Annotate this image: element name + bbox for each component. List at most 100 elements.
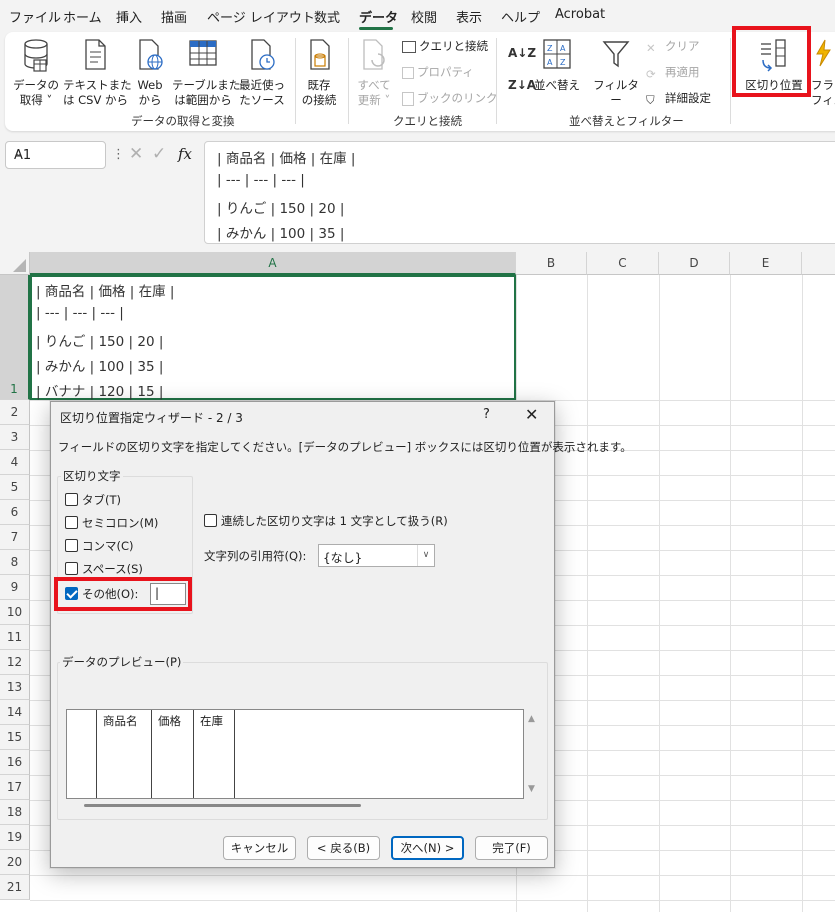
row-header-1[interactable]: 1 [0, 275, 30, 400]
row-header-14[interactable]: 14 [0, 700, 30, 725]
row-header-6[interactable]: 6 [0, 500, 30, 525]
consecutive-delimiters-box[interactable] [204, 514, 217, 527]
from-web-button[interactable]: Web から [129, 38, 171, 108]
column-header-f[interactable] [802, 252, 835, 275]
text-qualifier-select[interactable]: {なし} ∨ [318, 544, 435, 567]
scroll-up-arrow-icon[interactable]: ▲ [528, 714, 535, 724]
back-button[interactable]: < 戻る(B) [307, 836, 380, 860]
tab-checkbox-box[interactable] [65, 493, 78, 506]
row-header-18[interactable]: 18 [0, 800, 30, 825]
confirm-entry-icon[interactable]: ✓ [152, 144, 166, 164]
funnel-icon [602, 41, 630, 68]
tab-checkbox[interactable]: タブ(T) [65, 492, 121, 508]
tab-acrobat[interactable]: Acrobat [555, 7, 605, 22]
row-header-19[interactable]: 19 [0, 825, 30, 850]
data-preview-box[interactable]: 商品名 価格 在庫 [66, 709, 524, 799]
cell-a1[interactable]: | 商品名 | 価格 | 在庫 | | --- | --- | --- | | … [30, 275, 516, 400]
sort-ascending-button[interactable]: A↓Z [508, 44, 536, 62]
tab-draw[interactable]: 描画 [161, 7, 187, 26]
sort-descending-button[interactable]: Z↓A [508, 76, 536, 94]
preview-column[interactable]: 在庫 [194, 710, 235, 798]
row-header-7[interactable]: 7 [0, 525, 30, 550]
tab-help[interactable]: ヘルプ [501, 7, 540, 26]
semicolon-checkbox-box[interactable] [65, 516, 78, 529]
row-header-5[interactable]: 5 [0, 475, 30, 500]
row-header-9[interactable]: 9 [0, 575, 30, 600]
advanced-filter-button[interactable]: ⛉ 詳細設定 [646, 89, 711, 107]
active-tab-indicator [359, 27, 393, 30]
get-data-button[interactable]: データの 取得 ˅ [11, 38, 61, 108]
row-header-20[interactable]: 20 [0, 850, 30, 875]
row-header-21[interactable]: 21 [0, 875, 30, 900]
scroll-down-arrow-icon[interactable]: ▼ [528, 784, 535, 794]
tab-home[interactable]: ホーム [63, 7, 102, 26]
column-header-e[interactable]: E [730, 252, 802, 275]
recent-sources-button[interactable]: 最近使っ たソース [234, 38, 290, 108]
close-icon[interactable]: ✕ [525, 405, 538, 424]
column-header-a[interactable]: A [30, 252, 516, 275]
row-header-15[interactable]: 15 [0, 725, 30, 750]
tab-page-layout[interactable]: ページ レイアウト [207, 7, 315, 26]
cancel-entry-icon[interactable]: ✕ [129, 144, 143, 164]
column-header-d[interactable]: D [659, 252, 730, 275]
select-all-corner[interactable] [0, 252, 30, 275]
consecutive-delimiters-checkbox[interactable]: 連続した区切り文字は 1 文字として扱う(R) [204, 513, 448, 529]
existing-connections-button[interactable]: 既存 の接続 [297, 38, 341, 108]
edit-links-button[interactable]: ブックのリンク [402, 89, 498, 107]
row-header-17[interactable]: 17 [0, 775, 30, 800]
comma-checkbox-box[interactable] [65, 539, 78, 552]
finish-button[interactable]: 完了(F) [475, 836, 548, 860]
sort-button[interactable]: Z A A Z 並べ替え [533, 38, 581, 108]
refresh-all-button[interactable]: すべて 更新 ˅ [351, 38, 397, 108]
chevron-down-icon[interactable]: ∨ [417, 545, 434, 566]
tab-data[interactable]: データ [359, 7, 398, 26]
preview-column[interactable]: 商品名 [97, 710, 152, 798]
insert-function-icon[interactable]: fx [178, 145, 192, 163]
semicolon-checkbox-label: セミコロン(M) [82, 516, 159, 530]
tab-review[interactable]: 校閲 [411, 7, 437, 26]
select-all-triangle-icon [13, 259, 26, 272]
formula-input[interactable]: | 商品名 | 価格 | 在庫 | | --- | --- | --- | | … [204, 141, 835, 244]
filter-button[interactable]: フィルター [592, 38, 640, 108]
space-checkbox-box[interactable] [65, 562, 78, 575]
properties-button[interactable]: プロパティ [402, 63, 474, 81]
row-header-11[interactable]: 11 [0, 625, 30, 650]
preview-column[interactable]: 価格 [152, 710, 194, 798]
comma-checkbox[interactable]: コンマ(C) [65, 538, 134, 554]
group-separator [295, 38, 296, 124]
tab-insert[interactable]: 挿入 [116, 7, 142, 26]
row-header-2[interactable]: 2 [0, 400, 30, 425]
row-header-16[interactable]: 16 [0, 750, 30, 775]
horizontal-scrollbar[interactable] [84, 804, 361, 807]
space-checkbox[interactable]: スペース(S) [65, 561, 143, 577]
row-header-4[interactable]: 4 [0, 450, 30, 475]
from-text-csv-button[interactable]: テキストまた は CSV から [63, 38, 132, 108]
row-header-13[interactable]: 13 [0, 675, 30, 700]
preview-column[interactable] [67, 710, 97, 798]
formula-line: | りんご | 150 | 20 | [217, 201, 345, 217]
more-options-icon[interactable]: ⋮ [112, 147, 125, 162]
reapply-button[interactable]: ⟳ 再適用 [646, 63, 700, 81]
chevron-down-icon[interactable]: ⌄ [14, 146, 99, 159]
help-icon[interactable]: ? [483, 407, 490, 422]
edit-links-label: ブックのリンク [417, 91, 498, 105]
column-header-c[interactable]: C [587, 252, 659, 275]
clear-filter-button[interactable]: ✕ クリア [646, 37, 700, 55]
column-header-b[interactable]: B [516, 252, 587, 275]
row-header-8[interactable]: 8 [0, 550, 30, 575]
from-table-range-button[interactable]: テーブルまた は範囲から [172, 38, 240, 108]
tab-view[interactable]: 表示 [456, 7, 482, 26]
semicolon-checkbox[interactable]: セミコロン(M) [65, 515, 158, 531]
cell-line: | みかん | 100 | 35 | [36, 359, 164, 375]
row-header-3[interactable]: 3 [0, 425, 30, 450]
next-button[interactable]: 次へ(N) > [391, 836, 464, 860]
name-box[interactable]: A1 ⌄ [5, 141, 106, 169]
cancel-button[interactable]: キャンセル [223, 836, 296, 860]
flash-fill-button[interactable]: フラッシュ フィル [811, 38, 835, 108]
tab-formulas[interactable]: 数式 [314, 7, 340, 26]
document-icon [85, 39, 106, 70]
queries-connections-button[interactable]: クエリと接続 [402, 37, 488, 55]
row-header-10[interactable]: 10 [0, 600, 30, 625]
row-header-12[interactable]: 12 [0, 650, 30, 675]
tab-file[interactable]: ファイル [9, 7, 61, 26]
